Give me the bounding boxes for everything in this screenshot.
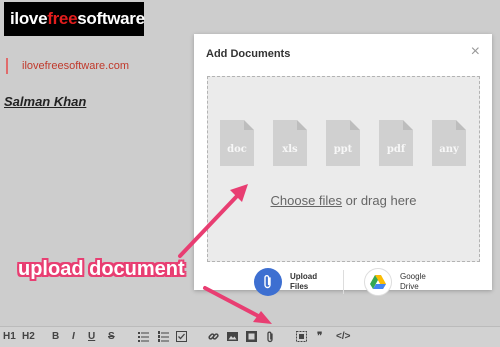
- embed-icon[interactable]: [296, 331, 307, 346]
- upload-sources: Upload Files Google Drive: [254, 268, 454, 298]
- choose-files-link[interactable]: Choose files: [271, 193, 343, 208]
- upload-files-label-1: Upload: [290, 272, 318, 281]
- bullet-list-icon[interactable]: [138, 331, 149, 346]
- file-type-icons: doc xls ppt pdf any: [220, 120, 472, 170]
- heading-2-button[interactable]: H2: [22, 331, 35, 343]
- video-icon[interactable]: [246, 331, 257, 346]
- bold-button[interactable]: B: [52, 331, 59, 343]
- google-drive-label-2: Drive: [400, 282, 419, 291]
- any-label: any: [439, 144, 459, 155]
- google-drive-button[interactable]: Google Drive: [364, 268, 426, 296]
- logo-part-1: ilove: [10, 9, 48, 28]
- italic-button[interactable]: I: [72, 331, 75, 343]
- choose-files-text: Choose files or drag here: [208, 193, 479, 208]
- site-logo: ilovefreesoftware: [4, 2, 145, 36]
- checklist-icon[interactable]: [176, 331, 187, 346]
- pdf-label: pdf: [386, 144, 406, 155]
- upload-document-annotation: upload document: [18, 258, 185, 280]
- paperclip-icon: [254, 268, 282, 296]
- google-drive-icon: [364, 268, 392, 296]
- author-name[interactable]: Salman Khan: [4, 94, 86, 109]
- any-file-icon: any: [432, 120, 466, 166]
- pdf-file-icon: pdf: [379, 120, 413, 166]
- numbered-list-icon[interactable]: [158, 331, 169, 346]
- upload-files-label-2: Files: [290, 282, 309, 291]
- ppt-file-icon: ppt: [326, 120, 360, 166]
- source-divider: [343, 270, 344, 294]
- close-icon[interactable]: ×: [471, 44, 480, 60]
- drag-here-text: or drag here: [342, 193, 417, 208]
- modal-title: Add Documents: [206, 48, 291, 60]
- quote-button[interactable]: ❞: [317, 331, 322, 343]
- site-text: ilovefreesoftware.com: [6, 58, 129, 74]
- google-drive-label-1: Google: [400, 272, 426, 281]
- ppt-label: ppt: [333, 144, 353, 155]
- underline-button[interactable]: U: [88, 331, 95, 343]
- logo-part-2: free: [47, 9, 78, 28]
- editor-toolbar: H1 H2 B I U S ❞ </>: [0, 326, 500, 347]
- link-icon[interactable]: [208, 331, 219, 346]
- doc-label: doc: [227, 144, 247, 155]
- logo-part-3: software: [77, 9, 145, 28]
- strikethrough-button[interactable]: S: [108, 331, 115, 343]
- doc-file-icon: doc: [220, 120, 254, 166]
- drop-zone[interactable]: doc xls ppt pdf any Choose files or drag…: [207, 76, 480, 262]
- image-icon[interactable]: [227, 331, 238, 346]
- heading-1-button[interactable]: H1: [3, 331, 16, 343]
- add-documents-modal: Add Documents × doc xls ppt pdf any Choo…: [194, 34, 492, 296]
- attachment-icon[interactable]: [265, 331, 276, 347]
- upload-files-button[interactable]: Upload Files: [254, 268, 317, 296]
- xls-label: xls: [282, 144, 298, 155]
- xls-file-icon: xls: [273, 120, 307, 166]
- code-button[interactable]: </>: [336, 331, 350, 343]
